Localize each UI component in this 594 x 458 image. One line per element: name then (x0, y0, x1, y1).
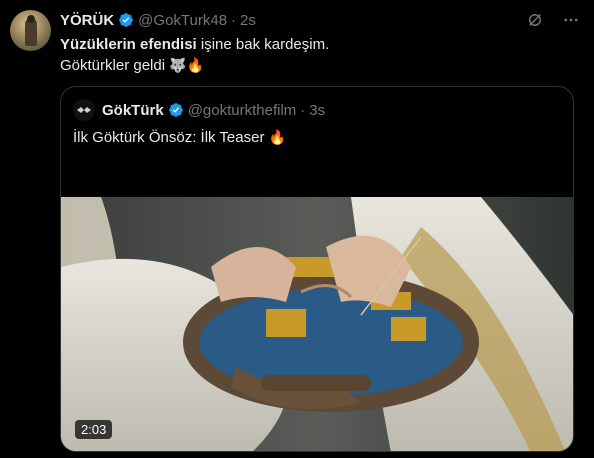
tweet-text: Yüzüklerin efendisi işine bak kardeşim. … (60, 34, 560, 77)
quoted-tweet-text: İlk Göktürk Önsöz: İlk Teaser 🔥 (73, 127, 286, 149)
quoted-tweet-header: GökTürk @gokturkthefilm · 3s (73, 99, 325, 121)
tweet-text-bold: Yüzüklerin efendisi (60, 36, 197, 53)
wolf-emoji: 🐺 (169, 58, 187, 74)
tweet-text-rest: işine bak kardeşim. (196, 36, 330, 53)
quoted-author-avatar[interactable] (73, 99, 95, 121)
video-thumbnail (61, 197, 573, 451)
logo-icon (77, 107, 91, 113)
avatar-head (27, 15, 35, 23)
tweet-actions-top (526, 11, 580, 29)
fire-emoji: 🔥 (268, 130, 287, 146)
tweet-text-line2-text: Göktürkler geldi (60, 57, 166, 74)
tweet-text-line2: Göktürkler geldi 🐺🔥 (60, 55, 560, 77)
author-name[interactable]: YÖRÜK (60, 12, 114, 29)
quoted-tweet-time[interactable]: 3s (309, 102, 325, 119)
quoted-author-handle[interactable]: @gokturkthefilm (188, 102, 297, 119)
separator-dot: · (231, 11, 237, 29)
quoted-tweet[interactable]: GökTürk @gokturkthefilm · 3s İlk Göktürk… (60, 86, 574, 452)
fire-emoji: 🔥 (186, 58, 205, 74)
separator-dot: · (300, 101, 306, 119)
grok-icon[interactable] (526, 11, 544, 29)
more-icon[interactable] (562, 11, 580, 29)
tweet-header: YÖRÜK @GokTurk48 · 2s (60, 10, 256, 30)
verified-badge-icon (168, 103, 183, 117)
video-player[interactable]: 2:03 (61, 197, 573, 451)
quoted-tweet-text-body: İlk Göktürk Önsöz: İlk Teaser (73, 129, 265, 146)
tweet-text-line1: Yüzüklerin efendisi işine bak kardeşim. (60, 34, 560, 55)
quoted-author-name[interactable]: GökTürk (102, 102, 164, 119)
tweet-time[interactable]: 2s (240, 12, 256, 29)
author-handle[interactable]: @GokTurk48 (138, 12, 227, 29)
author-avatar[interactable] (10, 10, 51, 51)
verified-badge-icon (119, 13, 134, 27)
video-duration-badge: 2:03 (75, 420, 113, 439)
